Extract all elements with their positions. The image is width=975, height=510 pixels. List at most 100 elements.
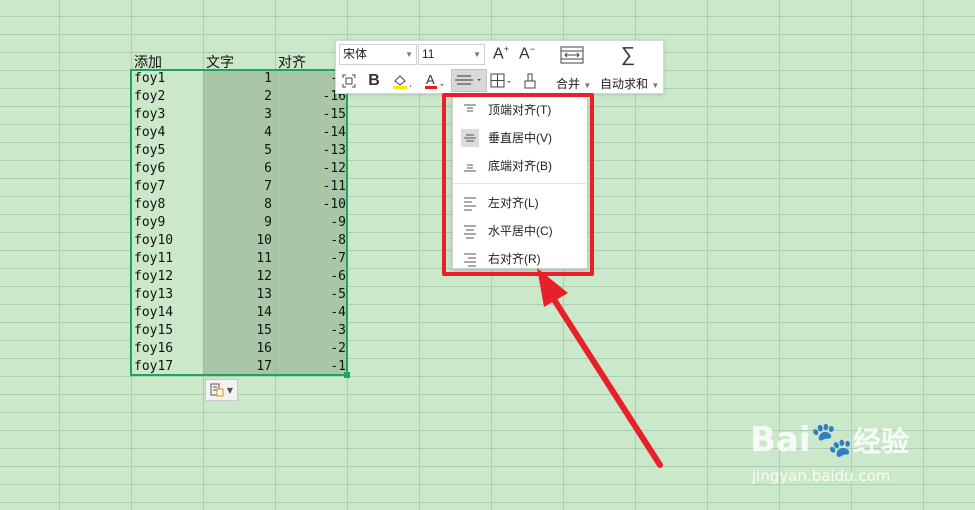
table-row[interactable]: foy10 10 -8 [131, 232, 348, 250]
autosum-button[interactable]: 自动求和 ▼ [600, 75, 659, 92]
cell-number[interactable]: 4 [203, 124, 275, 142]
font-family-select[interactable]: 宋体 ▼ [339, 44, 417, 65]
cell-number[interactable]: 6 [203, 160, 275, 178]
cell-align[interactable]: -4 [275, 304, 348, 322]
cell-name[interactable]: foy5 [131, 142, 203, 160]
align-bottom-icon [464, 164, 476, 172]
table-row[interactable]: foy11-1 [131, 70, 348, 88]
header-align[interactable]: 对齐 [278, 52, 306, 72]
cell-number[interactable]: 2 [203, 88, 275, 106]
cell-number[interactable]: 13 [203, 286, 275, 304]
table-row[interactable]: foy3 3 -15 [131, 106, 348, 124]
borders-button[interactable] [489, 71, 515, 91]
cell-align[interactable]: -10 [275, 196, 348, 214]
header-add[interactable]: 添加 [134, 52, 162, 72]
align-middle-icon [461, 129, 479, 147]
menu-item-align-middle[interactable]: 垂直居中(V) [453, 125, 587, 151]
cell-name[interactable]: foy11 [131, 250, 203, 268]
table-row[interactable]: foy7 7 -11 [131, 178, 348, 196]
cell-align[interactable]: -9 [275, 214, 348, 232]
menu-item-align-right[interactable]: 右对齐(R) [453, 246, 587, 272]
cell-number[interactable]: 15 [203, 322, 275, 340]
fill-color-button[interactable] [388, 71, 416, 91]
selected-range[interactable]: foy11-1foy22-16foy33-15foy44-14foy55-13f… [131, 70, 348, 376]
table-row[interactable]: foy13 13 -5 [131, 286, 348, 304]
cell-align[interactable]: -8 [275, 232, 348, 250]
cell-number[interactable]: 9 [203, 214, 275, 232]
table-row[interactable]: foy2 2 -16 [131, 88, 348, 106]
menu-item-align-center[interactable]: 水平居中(C) [453, 218, 587, 244]
cell-align[interactable]: -5 [275, 286, 348, 304]
select-region-button[interactable] [340, 72, 358, 90]
cell-align[interactable]: -3 [275, 322, 348, 340]
cell-name[interactable]: foy8 [131, 196, 203, 214]
table-row[interactable]: foy16 16 -2 [131, 340, 348, 358]
cell-name[interactable]: foy17 [131, 358, 203, 376]
table-row[interactable]: foy12 12 -6 [131, 268, 348, 286]
cell-number[interactable]: 12 [203, 268, 275, 286]
cell-align[interactable]: -2 [275, 340, 348, 358]
cell-name[interactable]: foy3 [131, 106, 203, 124]
font-color-button[interactable]: A [421, 71, 447, 91]
cell-name[interactable]: foy14 [131, 304, 203, 322]
cell-name[interactable]: foy6 [131, 160, 203, 178]
cell-number[interactable]: 5 [203, 142, 275, 160]
format-painter-icon [524, 73, 536, 89]
increase-font-icon: A+ [493, 44, 509, 63]
table-row[interactable]: foy9 9 -9 [131, 214, 348, 232]
cell-name[interactable]: foy2 [131, 88, 203, 106]
cell-name[interactable]: foy9 [131, 214, 203, 232]
cell-name[interactable]: foy15 [131, 322, 203, 340]
cell-align[interactable]: -14 [275, 124, 348, 142]
cell-name[interactable]: foy1 [131, 70, 203, 88]
increase-font-size-button[interactable]: A+ [490, 43, 512, 65]
header-text[interactable]: 文字 [206, 52, 234, 72]
table-row[interactable]: foy8 8 -10 [131, 196, 348, 214]
fill-handle[interactable] [344, 372, 350, 378]
cell-align[interactable]: -11 [275, 178, 348, 196]
font-size-select[interactable]: 11 ▼ [418, 44, 485, 65]
cell-name[interactable]: foy16 [131, 340, 203, 358]
font-color-icon: A [425, 72, 444, 89]
bold-button[interactable]: B [365, 71, 383, 91]
cell-number[interactable]: 1 [203, 70, 275, 88]
font-size-value: 11 [422, 47, 435, 61]
format-painter-button[interactable] [520, 71, 540, 91]
cell-align[interactable]: -6 [275, 268, 348, 286]
align-button[interactable] [451, 69, 487, 92]
cell-align[interactable]: -1 [275, 358, 348, 376]
cell-number[interactable]: 17 [203, 358, 275, 376]
cell-name[interactable]: foy10 [131, 232, 203, 250]
table-row[interactable]: foy6 6 -12 [131, 160, 348, 178]
merge-button[interactable]: 合并 ▼ [556, 75, 591, 92]
cell-name[interactable]: foy13 [131, 286, 203, 304]
table-row[interactable]: foy17 17 -1 [131, 358, 348, 376]
table-row[interactable]: foy4 4 -14 [131, 124, 348, 142]
watermark-brand-cn: 经验 [852, 425, 909, 458]
table-row[interactable]: foy15 15 -3 [131, 322, 348, 340]
cell-number[interactable]: 10 [203, 232, 275, 250]
menu-item-align-top[interactable]: 顶端对齐(T) [453, 97, 587, 123]
cell-name[interactable]: foy12 [131, 268, 203, 286]
menu-item-align-left[interactable]: 左对齐(L) [453, 190, 587, 216]
autosum-icon-button[interactable]: ∑ [616, 43, 640, 67]
cell-number[interactable]: 7 [203, 178, 275, 196]
table-row[interactable]: foy5 5 -13 [131, 142, 348, 160]
table-row[interactable]: foy11 11 -7 [131, 250, 348, 268]
cell-number[interactable]: 3 [203, 106, 275, 124]
decrease-font-size-button[interactable]: A− [516, 43, 538, 65]
table-row[interactable]: foy14 14 -4 [131, 304, 348, 322]
cell-number[interactable]: 11 [203, 250, 275, 268]
merge-icon-button[interactable] [558, 45, 586, 65]
cell-number[interactable]: 16 [203, 340, 275, 358]
cell-number[interactable]: 8 [203, 196, 275, 214]
cell-number[interactable]: 14 [203, 304, 275, 322]
cell-align[interactable]: -12 [275, 160, 348, 178]
cell-name[interactable]: foy7 [131, 178, 203, 196]
menu-item-align-bottom[interactable]: 底端对齐(B) [453, 153, 587, 179]
cell-name[interactable]: foy4 [131, 124, 203, 142]
cell-align[interactable]: -15 [275, 106, 348, 124]
paste-options-button[interactable]: ▼ [205, 379, 238, 401]
cell-align[interactable]: -13 [275, 142, 348, 160]
cell-align[interactable]: -7 [275, 250, 348, 268]
